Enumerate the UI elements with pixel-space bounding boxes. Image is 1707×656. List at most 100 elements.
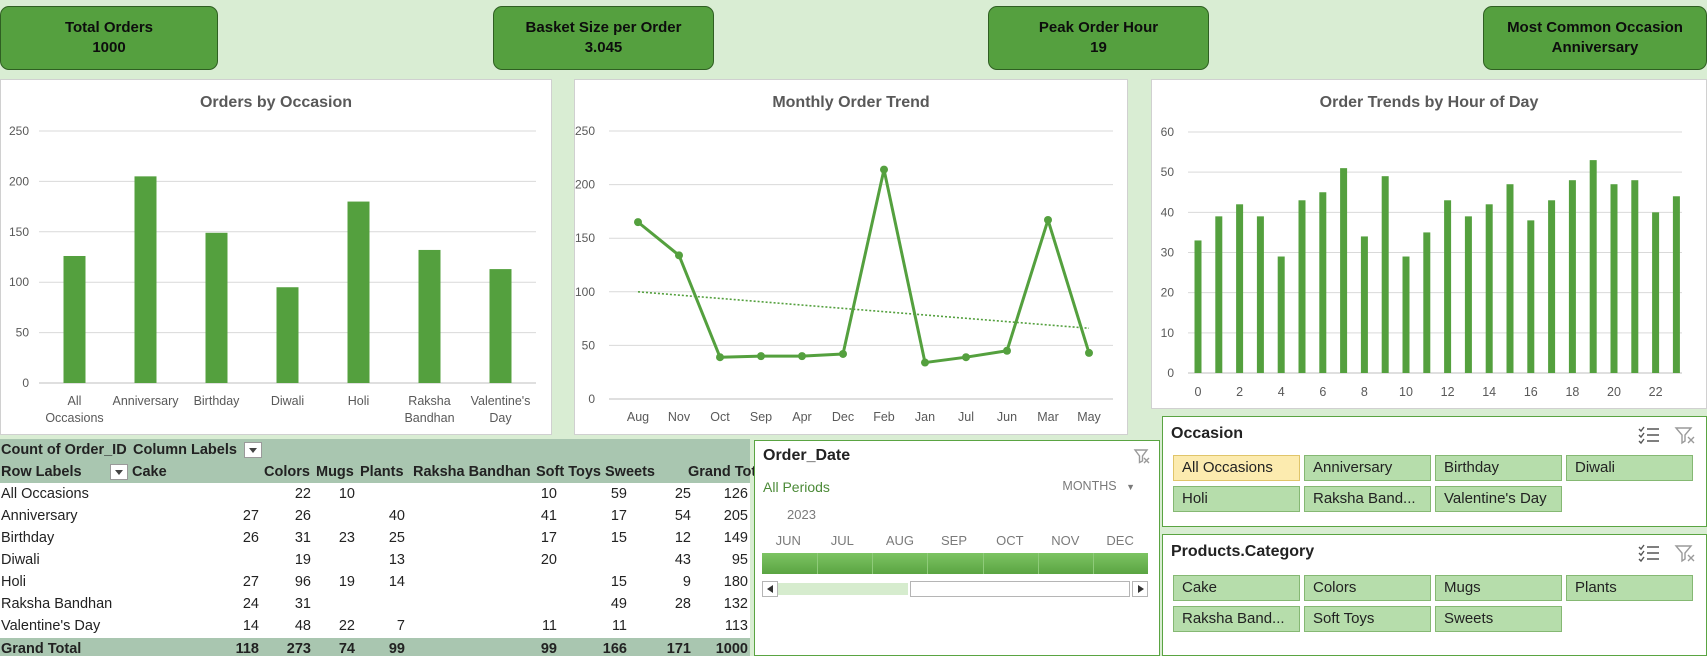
orders-by-occasion-chart[interactable]: Orders by Occasion 0 50 100 150 200 250 All Occ… [0, 79, 552, 435]
bar[interactable] [489, 269, 512, 383]
kpi-total-orders-label: Total Orders [64, 19, 154, 36]
bar[interactable] [1256, 216, 1264, 373]
data-point[interactable] [1003, 346, 1011, 355]
data-point[interactable] [1085, 348, 1093, 357]
pivot-row[interactable]: Birthday 26 31 23 25 17 15 12 149 [0, 527, 750, 549]
bar[interactable] [1236, 204, 1244, 373]
bar[interactable] [418, 249, 441, 383]
slicer-item[interactable]: Soft Toys [1304, 606, 1431, 632]
bar[interactable] [1402, 256, 1410, 373]
slicer-item[interactable]: Raksha Band... [1173, 606, 1300, 632]
slicer-item[interactable]: Anniversary [1304, 455, 1431, 481]
pivot-row[interactable]: Valentine's Day 14 48 22 7 11 11 113 [0, 615, 750, 637]
data-point[interactable] [962, 353, 970, 362]
category-slicer[interactable]: Products.Category Cake Colors Mugs Plants Ra… [1162, 534, 1707, 656]
pivot-row[interactable]: Anniversary 27 26 40 41 17 54 205 [0, 505, 750, 527]
slicer-item[interactable]: Valentine's Day [1435, 486, 1562, 512]
clear-filter-icon[interactable] [1133, 447, 1151, 465]
timeline-month-label[interactable]: JUN [776, 533, 801, 548]
clear-filter-icon[interactable] [1674, 425, 1696, 445]
arrow-left-icon[interactable] [762, 581, 778, 597]
x-tick-label: Aug [627, 410, 649, 424]
bar[interactable] [276, 287, 299, 383]
bar[interactable] [1568, 180, 1576, 373]
slicer-item[interactable]: Cake [1173, 575, 1300, 601]
pivot-row[interactable]: Holi 27 96 19 14 15 9 180 [0, 571, 750, 593]
data-point[interactable] [921, 358, 929, 367]
pivot-cell: 113 [724, 618, 748, 634]
bar[interactable] [1631, 180, 1639, 373]
slicer-item[interactable]: Raksha Band... [1304, 486, 1431, 512]
pivot-row[interactable]: Raksha Bandhan 24 31 49 28 132 [0, 593, 750, 615]
data-point[interactable] [880, 165, 888, 174]
arrow-right-icon[interactable] [1132, 581, 1148, 597]
bar[interactable] [1319, 192, 1327, 373]
occasion-slicer[interactable]: Occasion All Occasions Anniversary Birthda… [1162, 416, 1707, 527]
timeline-scrollbar[interactable] [762, 581, 1148, 597]
timeline-month-label[interactable]: JUL [831, 533, 854, 548]
bar[interactable] [1381, 176, 1389, 373]
timeline-month-label[interactable]: NOV [1051, 533, 1079, 548]
scrollbar-track[interactable] [778, 583, 908, 595]
scrollbar-thumb[interactable] [910, 581, 1130, 597]
bar[interactable] [134, 176, 157, 383]
monthly-order-trend-chart[interactable]: Monthly Order Trend 0 50 100 150 200 250 Aug No… [574, 79, 1128, 435]
bar[interactable] [1672, 196, 1680, 373]
x-tick-label: Diwali [271, 394, 304, 408]
order-trends-by-hour-chart[interactable]: Order Trends by Hour of Day 0 10 20 30 40 50 6… [1151, 79, 1707, 409]
bar[interactable] [1589, 160, 1597, 373]
bar[interactable] [1298, 200, 1306, 373]
bar[interactable] [1277, 256, 1285, 373]
bar[interactable] [347, 201, 370, 383]
timeline-month-label[interactable]: SEP [941, 533, 967, 548]
bar[interactable] [1548, 200, 1556, 373]
filter-dropdown-icon[interactable] [110, 464, 128, 480]
bar[interactable] [1215, 216, 1223, 373]
bar[interactable] [205, 232, 228, 383]
bar[interactable] [1423, 232, 1431, 373]
clear-filter-icon[interactable] [1674, 543, 1696, 563]
bar[interactable] [1360, 236, 1368, 373]
slicer-item[interactable]: Sweets [1435, 606, 1562, 632]
timeline-month-label[interactable]: AUG [886, 533, 914, 548]
data-point[interactable] [798, 352, 806, 361]
multi-select-icon[interactable] [1638, 543, 1660, 563]
timeline-level-dropdown[interactable]: MONTHS ▼ [1062, 479, 1135, 493]
slicer-item[interactable]: Holi [1173, 486, 1300, 512]
pivot-table[interactable]: Count of Order_ID Column Labels Row Labels… [0, 439, 768, 656]
data-point[interactable] [757, 352, 765, 361]
pivot-row[interactable]: Diwali 19 13 20 43 95 [0, 549, 750, 571]
timeline-month-label[interactable]: DEC [1106, 533, 1133, 548]
multi-select-icon[interactable] [1638, 425, 1660, 445]
slicer-item[interactable]: Diwali [1566, 455, 1693, 481]
bar[interactable] [1652, 212, 1660, 373]
slicer-item[interactable]: All Occasions [1173, 455, 1300, 481]
bar[interactable] [63, 255, 86, 383]
bar[interactable] [1194, 240, 1202, 373]
slicer-item[interactable]: Colors [1304, 575, 1431, 601]
data-point[interactable] [1044, 215, 1052, 224]
timeline-range-bar[interactable] [762, 553, 1148, 574]
order-date-timeline[interactable]: Order_Date All Periods MONTHS ▼ 2023 JUN… [754, 440, 1160, 656]
bar[interactable] [1444, 200, 1452, 373]
bar[interactable] [1340, 168, 1348, 373]
data-point[interactable] [675, 251, 683, 260]
slicer-item[interactable]: Mugs [1435, 575, 1562, 601]
data-point[interactable] [716, 353, 724, 362]
data-point[interactable] [634, 218, 642, 227]
bar[interactable] [1464, 216, 1472, 373]
bar[interactable] [1527, 220, 1535, 373]
bar[interactable] [1506, 184, 1514, 373]
kpi-common-occasion-label: Most Common Occasion [1507, 19, 1683, 36]
bar[interactable] [1485, 204, 1493, 373]
data-point[interactable] [839, 349, 847, 358]
timeline-month-label[interactable]: OCT [996, 533, 1023, 548]
pivot-row[interactable]: All Occasions 22 10 10 59 25 126 [0, 483, 750, 505]
slicer-item[interactable]: Plants [1566, 575, 1693, 601]
timeline-divider [817, 553, 819, 574]
slicer-item[interactable]: Birthday [1435, 455, 1562, 481]
pivot-cell: 15 [610, 530, 627, 546]
filter-dropdown-icon[interactable] [244, 442, 262, 458]
bar[interactable] [1610, 184, 1618, 373]
kpi-common-occasion-value: Anniversary [1551, 39, 1639, 56]
